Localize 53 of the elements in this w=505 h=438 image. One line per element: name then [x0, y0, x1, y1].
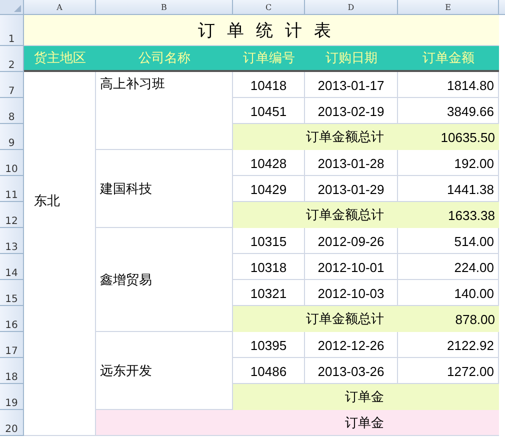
row-number[interactable]: 19	[0, 384, 24, 410]
row-number[interactable]: 12	[0, 202, 24, 228]
subtotal-label: 订单金额总计	[233, 202, 398, 228]
order-amount: 1814.80	[398, 72, 499, 98]
column-heading: 货主地区	[24, 46, 96, 72]
order-amount: 2122.92	[398, 332, 499, 358]
order-date: 2012-10-01	[305, 254, 398, 280]
row-number[interactable]: 18	[0, 358, 24, 384]
region-name: 东北	[24, 72, 96, 436]
column-header[interactable]: A	[24, 0, 96, 15]
row-number[interactable]: 20	[0, 410, 24, 436]
row-number[interactable]: 10	[0, 150, 24, 176]
company-name: 鑫增贸易	[96, 228, 233, 332]
column-header[interactable]: E	[398, 0, 499, 15]
subtotal-amount: 878.00	[398, 306, 499, 332]
order-amount: 514.00	[398, 228, 499, 254]
order-amount: 192.00	[398, 150, 499, 176]
row-number[interactable]: 1	[0, 15, 24, 46]
order-date: 2013-01-17	[305, 72, 398, 98]
order-id: 10315	[233, 228, 305, 254]
subtotal-label: 订单金额总计	[233, 306, 398, 332]
order-id: 10428	[233, 150, 305, 176]
column-heading: 订购日期	[305, 46, 398, 72]
column-header[interactable]: C	[233, 0, 305, 15]
order-date: 2012-09-26	[305, 228, 398, 254]
total-label: 订单金	[96, 410, 398, 436]
subtotal-label: 订单金	[233, 384, 398, 410]
sheet-title: 订单统计表	[24, 15, 499, 46]
order-amount: 224.00	[398, 254, 499, 280]
row-number[interactable]: 2	[0, 46, 24, 72]
subtotal-label: 订单金额总计	[233, 124, 398, 150]
order-id: 10318	[233, 254, 305, 280]
select-all-icon[interactable]	[14, 5, 21, 12]
column-heading: 订单金额	[398, 46, 499, 72]
row-number[interactable]: 15	[0, 280, 24, 306]
column-heading: 订单编号	[233, 46, 305, 72]
row-number[interactable]: 9	[0, 124, 24, 150]
column-header[interactable]: D	[305, 0, 398, 15]
order-date: 2013-01-28	[305, 150, 398, 176]
row-number[interactable]: 17	[0, 332, 24, 358]
order-id: 10395	[233, 332, 305, 358]
column-heading: 公司名称	[96, 46, 233, 72]
row-number[interactable]: 11	[0, 176, 24, 202]
column-header[interactable]: B	[96, 0, 233, 15]
subtotal-amount: 10635.50	[398, 124, 499, 150]
subtotal-amount: 1633.38	[398, 202, 499, 228]
order-id: 10418	[233, 72, 305, 98]
row-number[interactable]: 8	[0, 98, 24, 124]
row-number[interactable]: 7	[0, 72, 24, 98]
row-number[interactable]: 16	[0, 306, 24, 332]
row-number[interactable]: 13	[0, 228, 24, 254]
order-date: 2012-12-26	[305, 332, 398, 358]
row-number[interactable]: 14	[0, 254, 24, 280]
